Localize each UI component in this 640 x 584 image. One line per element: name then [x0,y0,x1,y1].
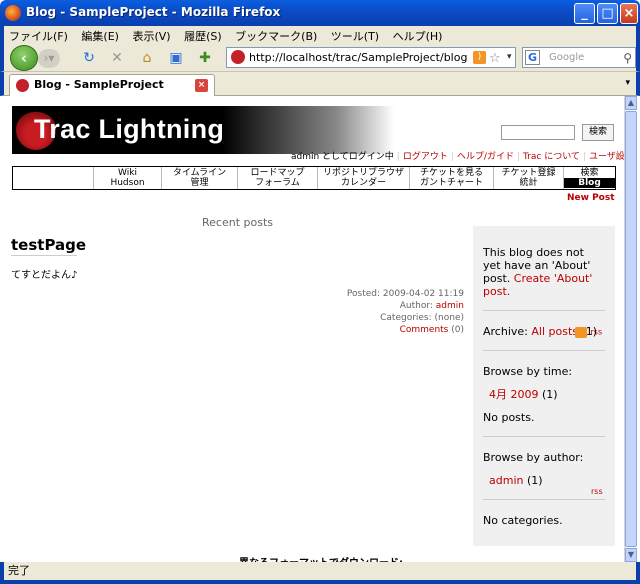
home-icon[interactable]: ⌂ [138,49,156,67]
post-author-link[interactable]: admin [436,301,464,311]
logged-in-text: admin としてログイン中 [291,152,394,162]
search-engine-box[interactable]: G Google ⚲ [522,47,636,68]
search-placeholder: Google [549,52,585,63]
browse-time-heading: Browse by time: [483,365,573,378]
vertical-scrollbar[interactable]: ▲ ▼ [624,96,637,562]
archive-label: Archive: [483,325,528,338]
url-text: http://localhost/trac/SampleProject/blog [249,51,468,64]
tab-title: Blog - SampleProject [34,78,164,91]
rss-icon [575,326,587,338]
url-bar[interactable]: http://localhost/trac/SampleProject/blog… [226,47,516,68]
about-section: This blog does not yet have an 'About' p… [483,226,605,311]
post-meta: Posted: 2009-04-02 11:19 Author: admin C… [264,288,464,336]
window-title: Blog - SampleProject - Mozilla Firefox [26,5,281,19]
about-trac-link[interactable]: Trac について [523,152,580,162]
window-titlebar: Blog - SampleProject - Mozilla Firefox _… [0,0,640,26]
post-body: てすとだよん♪ [11,270,78,281]
post-categories: Categories: (none) [380,313,464,323]
status-text: 完了 [8,564,30,577]
site-favicon [231,50,245,64]
main-nav: Wiki Hudson タイムライン 管理 ロードマップ フォーラム リポジトリブラウ… [12,166,616,190]
month-link[interactable]: 4月 2009 [489,388,539,401]
browse-time-section: Browse by time: 4月 2009 (1) No posts. [483,351,605,437]
maximize-button[interactable]: □ [597,3,618,24]
navigation-toolbar: ‹ ›▾ ↻ ✕ ⌂ ▣ ✚ http://localhost/trac/Sam… [0,44,640,72]
browse-author-heading: Browse by author: [483,451,584,464]
rss-feed-icon[interactable]: ) [473,51,486,64]
nav-item-wiki[interactable]: Wiki Hudson [93,167,161,189]
blog-sidebar: This blog does not yet have an 'About' p… [473,226,615,546]
nav-item-browser[interactable]: リポジトリブラウザ カレンダー [317,167,409,189]
all-posts-link[interactable]: All posts [531,325,578,338]
header-search-input[interactable] [501,125,575,140]
bookmark-star-icon[interactable]: ☆ [489,49,501,68]
page-viewport: Trac Lightning 検索 admin としてログイン中 | ログアウト | ヘ… [4,96,624,562]
scroll-thumb[interactable] [625,111,637,547]
post-title[interactable]: testPage [11,236,86,256]
nav-item-timeline[interactable]: タイムライン 管理 [161,167,237,189]
nav-item-blog[interactable]: 検索 Blog [563,167,615,189]
post-date: Posted: 2009-04-02 11:19 [346,289,464,299]
menu-tools[interactable]: ツール(T) [326,26,384,44]
tab-list-icon[interactable]: ▾ [625,78,630,88]
menu-file[interactable]: ファイル(F) [4,26,73,44]
scroll-up-icon[interactable]: ▲ [625,96,637,110]
status-bar: 完了 [0,562,640,584]
forward-button[interactable]: ›▾ [38,49,60,68]
preferences-link[interactable]: ユーザ設定 [589,152,624,162]
minimize-button[interactable]: _ [574,3,595,24]
scroll-down-icon[interactable]: ▼ [625,548,637,562]
menu-help[interactable]: ヘルプ(H) [388,26,448,44]
menu-bookmarks[interactable]: ブックマーク(B) [230,26,322,44]
archive-section: Archive: All posts (1) rss [483,311,605,351]
tab-favicon [16,79,29,92]
header-search-button[interactable]: 検索 [582,124,614,141]
help-link[interactable]: ヘルプ/ガイド [457,152,514,162]
tab-bar: Blog - SampleProject × ▾ [0,72,640,96]
author-rss-link[interactable]: rss [591,485,603,498]
search-icon[interactable]: ⚲ [623,49,632,68]
no-posts-text: No posts. [483,411,535,424]
comments-count: (0) [451,325,464,335]
menu-view[interactable]: 表示(V) [127,26,175,44]
meta-nav: admin としてログイン中 | ログアウト | ヘルプ/ガイド | Trac について | ユ… [291,149,624,162]
nav-item-newticket[interactable]: チケット登録 統計 [493,167,563,189]
menu-bar: ファイル(F) 編集(E) 表示(V) 履歴(S) ブックマーク(B) ツール(… [0,26,640,44]
add-bookmark-icon[interactable]: ✚ [196,49,214,67]
trac-banner[interactable]: Trac Lightning [12,106,394,154]
back-button[interactable]: ‹ [10,45,38,71]
google-icon[interactable]: G [525,50,540,65]
reload-icon[interactable]: ↻ [80,49,98,67]
archive-rss[interactable]: rss [575,325,602,339]
browse-author-section: Browse by author: admin (1) rss [483,437,605,500]
firefox-icon [5,5,21,21]
comments-link[interactable]: Comments [400,325,449,335]
download-formats-heading: 異なるフォーマットでダウンロード: [239,554,403,562]
nav-item-roadmap[interactable]: ロードマップ フォーラム [237,167,317,189]
logo-text: Trac Lightning [34,114,225,144]
menu-history[interactable]: 履歴(S) [179,26,227,44]
no-categories-text: No categories. [483,514,563,527]
tab-close-icon[interactable]: × [195,79,208,92]
author-label: Author: [399,301,433,311]
close-button[interactable]: × [620,3,638,24]
stop-icon[interactable]: ✕ [108,49,126,67]
nav-item-blank [13,167,93,189]
tab-blog[interactable]: Blog - SampleProject × [9,74,215,96]
author-link[interactable]: admin [489,474,523,487]
new-post-link[interactable]: New Post [567,193,615,203]
new-tab-icon[interactable]: ▣ [167,49,185,67]
nav-item-tickets[interactable]: チケットを見る ガントチャート [409,167,493,189]
url-dropdown-icon[interactable]: ▾ [507,48,512,67]
menu-edit[interactable]: 編集(E) [76,26,124,44]
recent-posts-heading: Recent posts [202,216,274,229]
logout-link[interactable]: ログアウト [403,152,448,162]
